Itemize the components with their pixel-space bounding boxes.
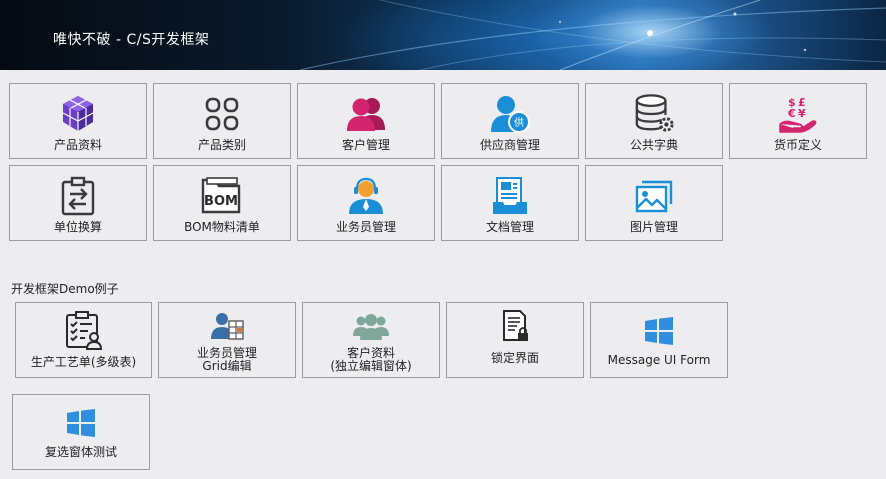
tile-label: 产品类别 [197, 138, 246, 152]
tile-demo-production-process[interactable]: 生产工艺单(多级表) [15, 302, 152, 378]
customer-group-icon [350, 309, 392, 343]
tile-label: 生产工艺单(多级表) [30, 355, 137, 369]
tile-customer-management[interactable]: 客户管理 [297, 83, 435, 159]
salesperson-headset-icon [345, 176, 387, 216]
tile-document-management[interactable]: 文档管理 [441, 165, 579, 241]
svg-text:供: 供 [514, 116, 524, 129]
tile-demo-customer-info[interactable]: 客户资料 (独立编辑窗体) [302, 302, 440, 378]
tile-label: 文档管理 [485, 220, 534, 234]
windows-logo-icon [638, 315, 680, 347]
tile-currency-definition[interactable]: $ £ € ¥ 货币定义 [729, 83, 867, 159]
tile-label: 图片管理 [629, 220, 678, 234]
tile-label-line2: Grid编辑 [202, 359, 252, 373]
supplier-user-icon: 供 [489, 94, 531, 134]
tile-bom-list[interactable]: BOM BOM物料清单 [153, 165, 291, 241]
svg-text:BOM: BOM [204, 194, 238, 209]
tile-label: Message UI Form [607, 353, 711, 367]
app-title: 唯快不破 - C/S开发框架 [53, 32, 210, 48]
tile-label: 货币定义 [773, 138, 822, 152]
tile-label: 单位换算 [53, 220, 102, 234]
tile-public-dictionary[interactable]: 公共字典 [585, 83, 723, 159]
currency-hand-icon: $ £ € ¥ [777, 94, 819, 134]
database-gear-icon [633, 94, 675, 134]
tile-demo-lock-screen[interactable]: 锁定界面 [446, 302, 584, 378]
user-grid-icon [206, 309, 248, 343]
tile-picture-management[interactable]: 图片管理 [585, 165, 723, 241]
checklist-clipboard-icon [63, 311, 105, 351]
windows-logo-icon [60, 407, 102, 439]
tile-label: BOM物料清单 [184, 220, 260, 234]
header-banner: 唯快不破 - C/S开发框架 [0, 0, 886, 70]
lock-document-icon [494, 307, 536, 345]
tile-demo-salesperson-grid[interactable]: 业务员管理 Grid编辑 [158, 302, 296, 378]
category-grid-icon [201, 94, 243, 134]
tile-label: 公共字典 [629, 138, 678, 152]
tile-label: 业务员管理 [335, 220, 396, 234]
tile-label: 复选窗体测试 [44, 445, 117, 459]
tile-product-category[interactable]: 产品类别 [153, 83, 291, 159]
tile-label: 产品资料 [53, 138, 102, 152]
tile-product-info[interactable]: 产品资料 [9, 83, 147, 159]
unit-convert-icon [57, 176, 99, 216]
tile-label: 锁定界面 [490, 351, 539, 365]
tile-unit-conversion[interactable]: 单位换算 [9, 165, 147, 241]
tile-supplier-management[interactable]: 供 供应商管理 [441, 83, 579, 159]
svg-text:¥: ¥ [798, 107, 806, 120]
svg-text:€: € [787, 107, 796, 120]
tile-demo-message-ui-form[interactable]: Message UI Form [590, 302, 728, 378]
tile-label: 供应商管理 [479, 138, 540, 152]
picture-icon [633, 176, 675, 216]
bom-folder-icon: BOM [201, 176, 243, 216]
users-icon [345, 94, 387, 134]
tile-demo-checkbox-form-test[interactable]: 复选窗体测试 [12, 394, 150, 470]
demo-section-label: 开发框架Demo例子 [11, 282, 119, 296]
document-stack-icon [489, 176, 531, 216]
tile-salesperson-management[interactable]: 业务员管理 [297, 165, 435, 241]
tile-label: 客户管理 [341, 138, 390, 152]
cube-cluster-icon [57, 94, 99, 134]
tile-label-line2: (独立编辑窗体) [330, 359, 412, 373]
